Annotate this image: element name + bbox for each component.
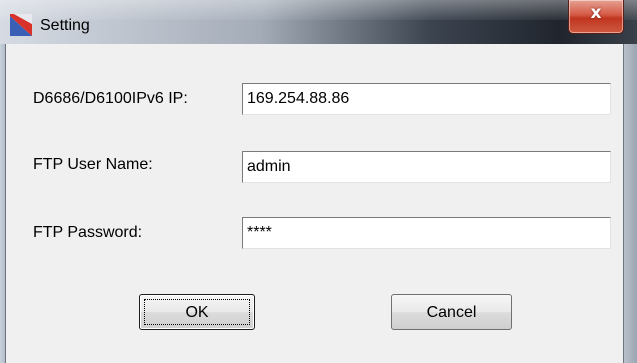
app-logo-icon <box>10 14 32 36</box>
window-frame-right <box>624 44 637 363</box>
window-frame-right-edge <box>623 44 624 363</box>
ftp-username-label: FTP User Name: <box>33 156 153 173</box>
window-title: Setting <box>40 17 90 34</box>
title-bar[interactable]: Setting x <box>0 0 637 44</box>
ftp-password-label: FTP Password: <box>33 224 143 241</box>
ok-button[interactable]: OK <box>139 294 255 330</box>
close-icon: x <box>590 3 602 23</box>
ip-address-input[interactable] <box>242 83 611 115</box>
ok-button-label: OK <box>185 304 209 321</box>
ftp-username-input[interactable] <box>242 151 611 183</box>
ip-label: D6686/D6100IPv6 IP: <box>33 90 188 107</box>
cancel-button[interactable]: Cancel <box>391 294 512 330</box>
cancel-button-label: Cancel <box>426 304 477 321</box>
dialog-client-area: D6686/D6100IPv6 IP: FTP User Name: FTP P… <box>6 44 623 363</box>
ftp-password-input[interactable] <box>242 217 611 249</box>
setting-dialog: Setting x D6686/D6100IPv6 IP: FTP User N… <box>0 0 637 363</box>
close-button[interactable]: x <box>568 0 624 34</box>
title-bar-gloss <box>0 0 637 20</box>
